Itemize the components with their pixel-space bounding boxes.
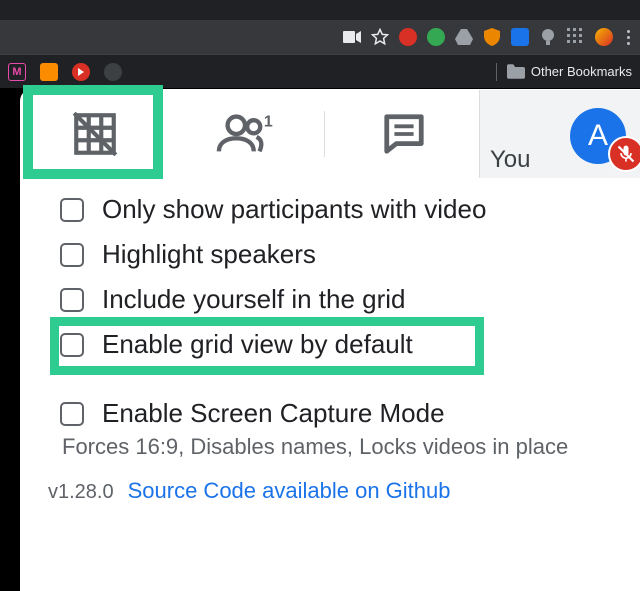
footer: v1.28.0 Source Code available on Github bbox=[20, 460, 640, 504]
bookmark-orange-icon[interactable] bbox=[40, 63, 58, 81]
checkbox[interactable] bbox=[60, 198, 84, 222]
option-enable-default[interactable]: Enable grid view by default bbox=[60, 322, 620, 367]
checkbox[interactable] bbox=[60, 288, 84, 312]
apps-grid-icon[interactable] bbox=[567, 28, 585, 46]
option-include-yourself[interactable]: Include yourself in the grid bbox=[60, 277, 620, 322]
bookmarks-bar: M Other Bookmarks bbox=[0, 54, 640, 88]
bookmarks-separator bbox=[496, 63, 497, 81]
svg-text:1: 1 bbox=[264, 114, 273, 131]
version-label: v1.28.0 bbox=[48, 481, 114, 504]
you-label: You bbox=[490, 146, 531, 174]
bookmark-dark-icon[interactable] bbox=[104, 63, 122, 81]
browser-tab-strip bbox=[0, 0, 640, 20]
option-label: Highlight speakers bbox=[102, 239, 316, 270]
profile-avatar-icon[interactable] bbox=[595, 28, 613, 46]
folder-icon bbox=[507, 64, 525, 79]
checkbox[interactable] bbox=[60, 333, 84, 357]
bookmark-youtube-icon[interactable] bbox=[72, 63, 90, 81]
extension-blue-icon[interactable] bbox=[511, 28, 529, 46]
option-highlight-speakers[interactable]: Highlight speakers bbox=[60, 232, 620, 277]
people-icon: 1 bbox=[216, 113, 274, 155]
browser-menu-icon[interactable] bbox=[623, 30, 634, 45]
camera-icon[interactable] bbox=[343, 28, 361, 46]
option-label: Include yourself in the grid bbox=[102, 284, 406, 315]
tab-you[interactable]: You A bbox=[479, 90, 640, 178]
extension-popup-panel: 1 You A O bbox=[20, 89, 640, 591]
star-icon[interactable] bbox=[371, 28, 389, 46]
checkbox[interactable] bbox=[60, 243, 84, 267]
other-bookmarks-folder[interactable]: Other Bookmarks bbox=[507, 64, 632, 79]
option-label: Enable Screen Capture Mode bbox=[102, 398, 445, 429]
option-label: Only show participants with video bbox=[102, 194, 486, 225]
option-label: Enable grid view by default bbox=[102, 329, 413, 360]
bookmark-myntra-icon[interactable]: M bbox=[8, 63, 26, 81]
tab-people[interactable]: 1 bbox=[170, 92, 320, 176]
grid-off-icon bbox=[70, 109, 120, 159]
chat-icon bbox=[381, 111, 427, 157]
checkbox[interactable] bbox=[60, 402, 84, 426]
tab-grid-disabled[interactable] bbox=[20, 92, 170, 176]
drive-icon[interactable] bbox=[455, 28, 473, 46]
tab-bar: 1 You A bbox=[20, 89, 640, 179]
avatar-initial: A bbox=[588, 119, 608, 153]
tab-chat[interactable] bbox=[329, 92, 479, 176]
other-bookmarks-label: Other Bookmarks bbox=[531, 64, 632, 79]
extension-bulb-icon[interactable] bbox=[539, 28, 557, 46]
options-list: Only show participants with video Highli… bbox=[20, 179, 640, 460]
option-screen-capture-sub: Forces 16:9, Disables names, Locks video… bbox=[60, 434, 620, 460]
option-only-video[interactable]: Only show participants with video bbox=[60, 187, 620, 232]
extension-shield-icon[interactable] bbox=[483, 28, 501, 46]
mic-off-icon bbox=[616, 144, 636, 164]
option-screen-capture[interactable]: Enable Screen Capture Mode bbox=[60, 391, 620, 436]
extension-green-icon[interactable] bbox=[427, 28, 445, 46]
source-code-link[interactable]: Source Code available on Github bbox=[128, 478, 451, 504]
extension-red-icon[interactable] bbox=[399, 28, 417, 46]
tab-divider bbox=[324, 111, 325, 157]
mute-badge[interactable] bbox=[608, 136, 640, 172]
browser-toolbar bbox=[0, 20, 640, 54]
